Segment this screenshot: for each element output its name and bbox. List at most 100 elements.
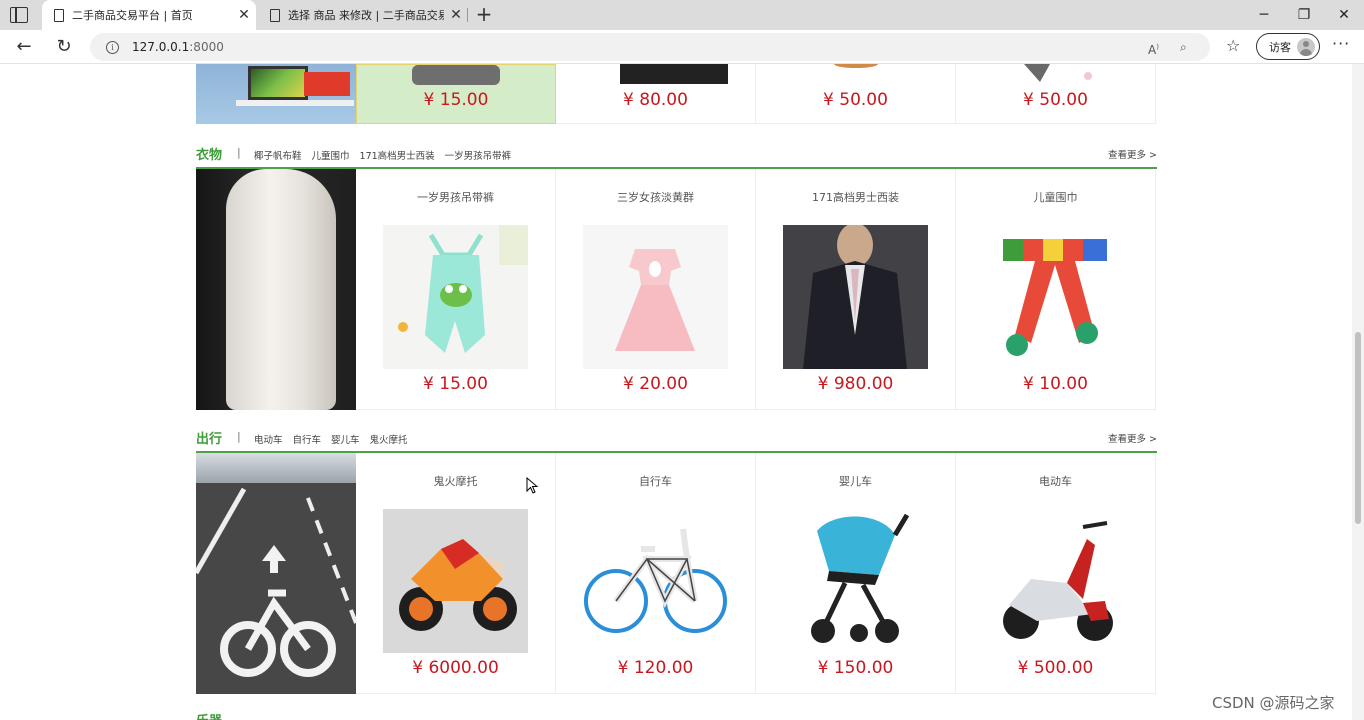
product-image[interactable]	[583, 509, 728, 653]
scrollbar[interactable]	[1352, 64, 1364, 720]
product-image[interactable]	[783, 225, 928, 369]
info-icon[interactable]: i	[106, 41, 119, 54]
product-image	[412, 65, 500, 85]
banner-appliance	[304, 72, 350, 96]
close-icon[interactable]: ✕	[444, 7, 468, 23]
scrollbar-thumb[interactable]	[1355, 332, 1361, 524]
product-price: ¥ 120.00	[617, 658, 694, 678]
product-price: ¥ 50.00	[823, 90, 888, 110]
read-aloud-icon[interactable]: A)	[1148, 33, 1159, 64]
product-image[interactable]	[383, 509, 528, 653]
product-price: ¥ 20.00	[623, 374, 688, 394]
favorites-icon[interactable]: ☆	[1226, 36, 1240, 55]
product-grid: 鬼火摩托 ¥ 6000.00 自行车 ¥ 120.00 婴儿车 ¥ 150.00…	[196, 453, 1157, 694]
product-photo	[811, 513, 910, 643]
product-name[interactable]: 自行车	[556, 473, 755, 489]
banner-dress	[226, 169, 336, 410]
product-image[interactable]	[983, 225, 1128, 369]
section-tag[interactable]: 鬼火摩托	[370, 432, 408, 446]
product-card[interactable]: 婴儿车 ¥ 150.00	[756, 453, 956, 694]
refresh-icon[interactable]: ↻	[51, 34, 77, 60]
category-banner[interactable]	[196, 64, 356, 124]
minimize-icon[interactable]: ─	[1244, 0, 1284, 30]
product-image	[1023, 64, 1092, 82]
section-tag[interactable]: 171高档男士西装	[360, 148, 435, 162]
url-port: :8000	[189, 40, 224, 54]
section-tag[interactable]: 一岁男孩吊带裤	[445, 148, 512, 162]
tab-admin[interactable]: 选择 商品 来修改 | 二手商品交易 ✕	[258, 0, 468, 30]
tab-bar: 二手商品交易平台 | 首页 ✕ 选择 商品 来修改 | 二手商品交易 ✕ + ─…	[0, 0, 1364, 30]
product-price: ¥ 500.00	[1017, 658, 1094, 678]
profile-button[interactable]: 访客	[1256, 33, 1320, 60]
view-more-link[interactable]: 查看更多 >	[1108, 431, 1157, 445]
product-card[interactable]: 儿童围巾 ¥ 10.00	[956, 169, 1156, 410]
product-card[interactable]: ¥ 80.00	[556, 64, 756, 124]
product-price: ¥ 150.00	[817, 658, 894, 678]
tab-title: 二手商品交易平台 | 首页	[72, 9, 193, 22]
product-card[interactable]: 自行车 ¥ 120.00	[556, 453, 756, 694]
watermark: CSDN @源码之家	[1212, 694, 1335, 712]
product-card[interactable]: ¥ 15.00	[356, 64, 556, 124]
section-tag[interactable]: 自行车	[293, 432, 322, 446]
product-grid: 一岁男孩吊带裤 ¥ 15.00 三岁女孩淡黄群 ¥ 20.00 171高档男士西…	[196, 169, 1157, 410]
url-text[interactable]: 127.0.0.1:8000	[132, 33, 224, 61]
product-image	[833, 64, 878, 68]
back-icon[interactable]: ←	[11, 34, 37, 60]
plus-icon[interactable]: +	[474, 2, 494, 26]
section-tags: 电动车 自行车 婴儿车 鬼火摩托	[254, 432, 408, 446]
product-card[interactable]: 三岁女孩淡黄群 ¥ 20.00	[556, 169, 756, 410]
product-photo	[1003, 239, 1107, 356]
more-icon[interactable]: ···	[1332, 34, 1350, 53]
section-tags: 椰子帆布鞋 儿童围巾 171高档男士西装 一岁男孩吊带裤	[254, 148, 511, 162]
product-image[interactable]	[583, 225, 728, 369]
category-banner[interactable]	[196, 169, 356, 410]
product-image	[619, 64, 728, 84]
section-divider: |	[237, 146, 241, 159]
product-image[interactable]	[783, 509, 928, 653]
next-section-title[interactable]: 乐器	[196, 710, 1157, 720]
tab-actions-icon[interactable]	[10, 7, 28, 23]
product-image[interactable]	[383, 225, 528, 369]
section-tag[interactable]: 婴儿车	[331, 432, 360, 446]
zoom-icon[interactable]: ⌕	[1180, 33, 1187, 61]
product-card[interactable]: ¥ 50.00	[756, 64, 956, 124]
product-name[interactable]: 三岁女孩淡黄群	[556, 189, 755, 205]
product-card[interactable]: ¥ 50.00	[956, 64, 1156, 124]
product-price: ¥ 50.00	[1023, 90, 1088, 110]
view-more-link[interactable]: 查看更多 >	[1108, 147, 1157, 161]
product-price: ¥ 6000.00	[412, 658, 499, 678]
product-photo	[398, 225, 528, 353]
product-name[interactable]: 一岁男孩吊带裤	[356, 189, 555, 205]
section-tag[interactable]: 儿童围巾	[312, 148, 350, 162]
product-price: ¥ 15.00	[423, 374, 488, 394]
section-title[interactable]: 衣物	[196, 144, 222, 163]
section-header: 出行 | 电动车 自行车 婴儿车 鬼火摩托 查看更多 >	[196, 426, 1157, 453]
section-title[interactable]: 出行	[196, 428, 222, 447]
product-name[interactable]: 儿童围巾	[956, 189, 1155, 205]
banner-shelf	[236, 100, 354, 106]
product-name[interactable]: 电动车	[956, 473, 1155, 489]
close-window-icon[interactable]: ✕	[1324, 0, 1364, 30]
product-card[interactable]: 电动车 ¥ 500.00	[956, 453, 1156, 694]
page-icon	[270, 8, 280, 22]
section-tag[interactable]: 电动车	[254, 432, 283, 446]
section-tag[interactable]: 椰子帆布鞋	[254, 148, 302, 162]
product-name[interactable]: 171高档男士西装	[756, 189, 955, 205]
product-photo	[783, 225, 928, 369]
product-name[interactable]: 婴儿车	[756, 473, 955, 489]
section-header: 衣物 | 椰子帆布鞋 儿童围巾 171高档男士西装 一岁男孩吊带裤 查看更多 >	[196, 142, 1157, 169]
page-icon	[54, 8, 64, 22]
product-image[interactable]	[983, 509, 1128, 653]
address-bar: ← ↻ i 127.0.0.1:8000 A) ⌕ ☆ 访客 ···	[0, 30, 1364, 64]
page-viewport: ¥ 15.00 ¥ 80.00 ¥ 50.00 ¥ 50.00 衣物 | 椰子帆…	[0, 64, 1352, 720]
close-icon[interactable]: ✕	[232, 7, 256, 23]
url-field[interactable]: i 127.0.0.1:8000 A) ⌕	[90, 33, 1210, 61]
product-card[interactable]: 一岁男孩吊带裤 ¥ 15.00	[356, 169, 556, 410]
category-banner[interactable]	[196, 453, 356, 694]
banner-bike-lane	[196, 487, 356, 677]
tab-home[interactable]: 二手商品交易平台 | 首页 ✕	[42, 0, 256, 30]
maximize-icon[interactable]: ❐	[1284, 0, 1324, 30]
product-photo	[615, 249, 695, 351]
url-host: 127.0.0.1	[132, 40, 190, 54]
product-card[interactable]: 171高档男士西装 ¥ 980.00	[756, 169, 956, 410]
